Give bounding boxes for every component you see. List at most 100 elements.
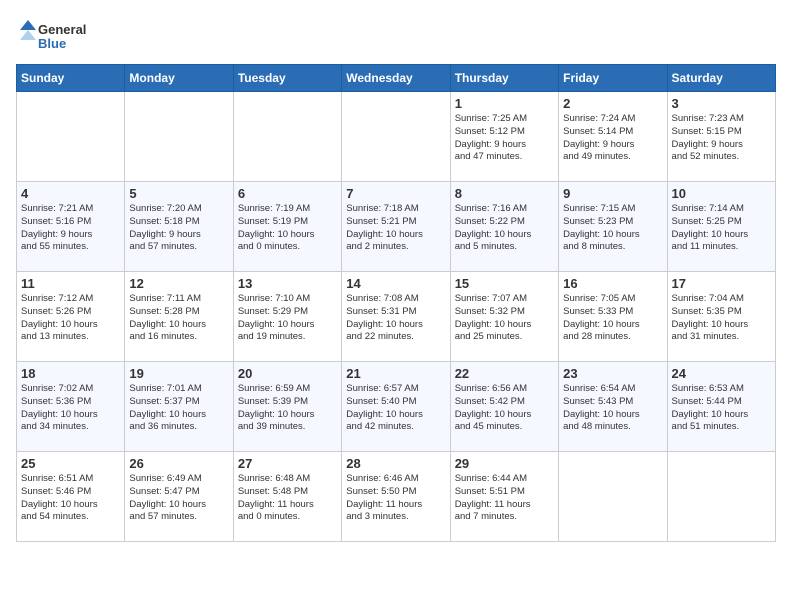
day-info-text: Sunrise: 7:16 AM Sunset: 5:22 PM Dayligh…	[455, 203, 554, 254]
day-number: 7	[346, 186, 445, 201]
calendar-week-1: 1Sunrise: 7:25 AM Sunset: 5:12 PM Daylig…	[17, 92, 776, 182]
calendar-cell: 15 Sunrise: 7:07 AM Sunset: 5:32 PM Dayli…	[450, 272, 558, 362]
calendar-cell: 20Sunrise: 6:59 AM Sunset: 5:39 PM Dayli…	[233, 362, 341, 452]
svg-text:Blue: Blue	[38, 36, 66, 51]
calendar-cell: 28Sunrise: 6:46 AM Sunset: 5:50 PM Dayli…	[342, 452, 450, 542]
calendar-cell: 26 Sunrise: 6:49 AM Sunset: 5:47 PM Dayli…	[125, 452, 233, 542]
day-info-text: Sunrise: 7:11 AM Sunset: 5:28 PM Dayligh…	[129, 293, 228, 344]
day-info-text: Sunrise: 7:14 AM Sunset: 5:25 PM Dayligh…	[672, 203, 771, 254]
day-header-thursday: Thursday	[450, 65, 558, 92]
day-number: 20	[238, 366, 337, 381]
day-number: 1	[455, 96, 554, 111]
logo-svg: General Blue	[16, 16, 96, 56]
day-header-monday: Monday	[125, 65, 233, 92]
calendar-cell: 18Sunrise: 7:02 AM Sunset: 5:36 PM Dayli…	[17, 362, 125, 452]
calendar-cell: 17 Sunrise: 7:04 AM Sunset: 5:35 PM Dayli…	[667, 272, 775, 362]
calendar-body: 1Sunrise: 7:25 AM Sunset: 5:12 PM Daylig…	[17, 92, 776, 542]
header: General Blue	[16, 16, 776, 56]
day-number: 3	[672, 96, 771, 111]
calendar-cell: 14 Sunrise: 7:08 AM Sunset: 5:31 PM Dayli…	[342, 272, 450, 362]
day-header-saturday: Saturday	[667, 65, 775, 92]
calendar-cell: 1Sunrise: 7:25 AM Sunset: 5:12 PM Daylig…	[450, 92, 558, 182]
day-number: 10	[672, 186, 771, 201]
day-number: 16	[563, 276, 662, 291]
calendar-cell: 24Sunrise: 6:53 AM Sunset: 5:44 PM Dayli…	[667, 362, 775, 452]
day-number: 17	[672, 276, 771, 291]
calendar-cell: 19 Sunrise: 7:01 AM Sunset: 5:37 PM Dayli…	[125, 362, 233, 452]
day-info-text: Sunrise: 7:15 AM Sunset: 5:23 PM Dayligh…	[563, 203, 662, 254]
day-info-text: Sunrise: 6:54 AM Sunset: 5:43 PM Dayligh…	[563, 383, 662, 434]
day-number: 5	[129, 186, 228, 201]
day-number: 19	[129, 366, 228, 381]
calendar-cell: 27Sunrise: 6:48 AM Sunset: 5:48 PM Dayli…	[233, 452, 341, 542]
calendar-cell: 12 Sunrise: 7:11 AM Sunset: 5:28 PM Dayli…	[125, 272, 233, 362]
day-number: 14	[346, 276, 445, 291]
day-info-text: Sunrise: 7:04 AM Sunset: 5:35 PM Dayligh…	[672, 293, 771, 344]
day-info-text: Sunrise: 7:01 AM Sunset: 5:37 PM Dayligh…	[129, 383, 228, 434]
day-info-text: Sunrise: 7:12 AM Sunset: 5:26 PM Dayligh…	[21, 293, 120, 344]
calendar-cell: 8 Sunrise: 7:16 AM Sunset: 5:22 PM Daylig…	[450, 182, 558, 272]
day-info-text: Sunrise: 7:19 AM Sunset: 5:19 PM Dayligh…	[238, 203, 337, 254]
calendar-cell: 21 Sunrise: 6:57 AM Sunset: 5:40 PM Dayli…	[342, 362, 450, 452]
calendar-week-5: 25 Sunrise: 6:51 AM Sunset: 5:46 PM Dayli…	[17, 452, 776, 542]
calendar-cell: 10 Sunrise: 7:14 AM Sunset: 5:25 PM Dayli…	[667, 182, 775, 272]
calendar-week-3: 11 Sunrise: 7:12 AM Sunset: 5:26 PM Dayli…	[17, 272, 776, 362]
day-number: 23	[563, 366, 662, 381]
logo: General Blue	[16, 16, 96, 56]
day-number: 15	[455, 276, 554, 291]
day-header-sunday: Sunday	[17, 65, 125, 92]
day-info-text: Sunrise: 6:44 AM Sunset: 5:51 PM Dayligh…	[455, 473, 554, 524]
day-number: 4	[21, 186, 120, 201]
calendar-cell: 6 Sunrise: 7:19 AM Sunset: 5:19 PM Daylig…	[233, 182, 341, 272]
day-info-text: Sunrise: 6:53 AM Sunset: 5:44 PM Dayligh…	[672, 383, 771, 434]
day-info-text: Sunrise: 7:18 AM Sunset: 5:21 PM Dayligh…	[346, 203, 445, 254]
day-info-text: Sunrise: 6:57 AM Sunset: 5:40 PM Dayligh…	[346, 383, 445, 434]
day-header-wednesday: Wednesday	[342, 65, 450, 92]
calendar-week-2: 4 Sunrise: 7:21 AM Sunset: 5:16 PM Daylig…	[17, 182, 776, 272]
day-info-text: Sunrise: 7:08 AM Sunset: 5:31 PM Dayligh…	[346, 293, 445, 344]
day-number: 6	[238, 186, 337, 201]
day-info-text: Sunrise: 7:24 AM Sunset: 5:14 PM Dayligh…	[563, 113, 662, 164]
day-info-text: Sunrise: 7:10 AM Sunset: 5:29 PM Dayligh…	[238, 293, 337, 344]
calendar-cell: 2 Sunrise: 7:24 AM Sunset: 5:14 PM Daylig…	[559, 92, 667, 182]
day-info-text: Sunrise: 7:21 AM Sunset: 5:16 PM Dayligh…	[21, 203, 120, 254]
calendar-cell: 4 Sunrise: 7:21 AM Sunset: 5:16 PM Daylig…	[17, 182, 125, 272]
day-number: 27	[238, 456, 337, 471]
day-number: 25	[21, 456, 120, 471]
svg-text:General: General	[38, 22, 86, 37]
calendar-cell	[667, 452, 775, 542]
day-info-text: Sunrise: 6:56 AM Sunset: 5:42 PM Dayligh…	[455, 383, 554, 434]
day-number: 21	[346, 366, 445, 381]
day-info-text: Sunrise: 7:23 AM Sunset: 5:15 PM Dayligh…	[672, 113, 771, 164]
calendar-cell	[125, 92, 233, 182]
calendar-cell: 22 Sunrise: 6:56 AM Sunset: 5:42 PM Dayli…	[450, 362, 558, 452]
calendar-cell: 9 Sunrise: 7:15 AM Sunset: 5:23 PM Daylig…	[559, 182, 667, 272]
day-number: 8	[455, 186, 554, 201]
calendar-cell: 11 Sunrise: 7:12 AM Sunset: 5:26 PM Dayli…	[17, 272, 125, 362]
day-number: 12	[129, 276, 228, 291]
day-header-friday: Friday	[559, 65, 667, 92]
day-info-text: Sunrise: 7:07 AM Sunset: 5:32 PM Dayligh…	[455, 293, 554, 344]
day-number: 22	[455, 366, 554, 381]
calendar-cell: 13 Sunrise: 7:10 AM Sunset: 5:29 PM Dayli…	[233, 272, 341, 362]
calendar-cell	[233, 92, 341, 182]
calendar-cell: 5 Sunrise: 7:20 AM Sunset: 5:18 PM Daylig…	[125, 182, 233, 272]
day-number: 2	[563, 96, 662, 111]
calendar-cell: 3 Sunrise: 7:23 AM Sunset: 5:15 PM Daylig…	[667, 92, 775, 182]
calendar-header-row: SundayMondayTuesdayWednesdayThursdayFrid…	[17, 65, 776, 92]
calendar-table: SundayMondayTuesdayWednesdayThursdayFrid…	[16, 64, 776, 542]
day-number: 18	[21, 366, 120, 381]
day-number: 11	[21, 276, 120, 291]
calendar-cell: 25 Sunrise: 6:51 AM Sunset: 5:46 PM Dayli…	[17, 452, 125, 542]
calendar-cell	[559, 452, 667, 542]
calendar-week-4: 18Sunrise: 7:02 AM Sunset: 5:36 PM Dayli…	[17, 362, 776, 452]
day-info-text: Sunrise: 7:05 AM Sunset: 5:33 PM Dayligh…	[563, 293, 662, 344]
day-number: 9	[563, 186, 662, 201]
day-info-text: Sunrise: 6:49 AM Sunset: 5:47 PM Dayligh…	[129, 473, 228, 524]
day-number: 26	[129, 456, 228, 471]
calendar-cell: 16 Sunrise: 7:05 AM Sunset: 5:33 PM Dayli…	[559, 272, 667, 362]
day-number: 13	[238, 276, 337, 291]
day-info-text: Sunrise: 6:51 AM Sunset: 5:46 PM Dayligh…	[21, 473, 120, 524]
day-info-text: Sunrise: 7:20 AM Sunset: 5:18 PM Dayligh…	[129, 203, 228, 254]
calendar-cell: 29Sunrise: 6:44 AM Sunset: 5:51 PM Dayli…	[450, 452, 558, 542]
